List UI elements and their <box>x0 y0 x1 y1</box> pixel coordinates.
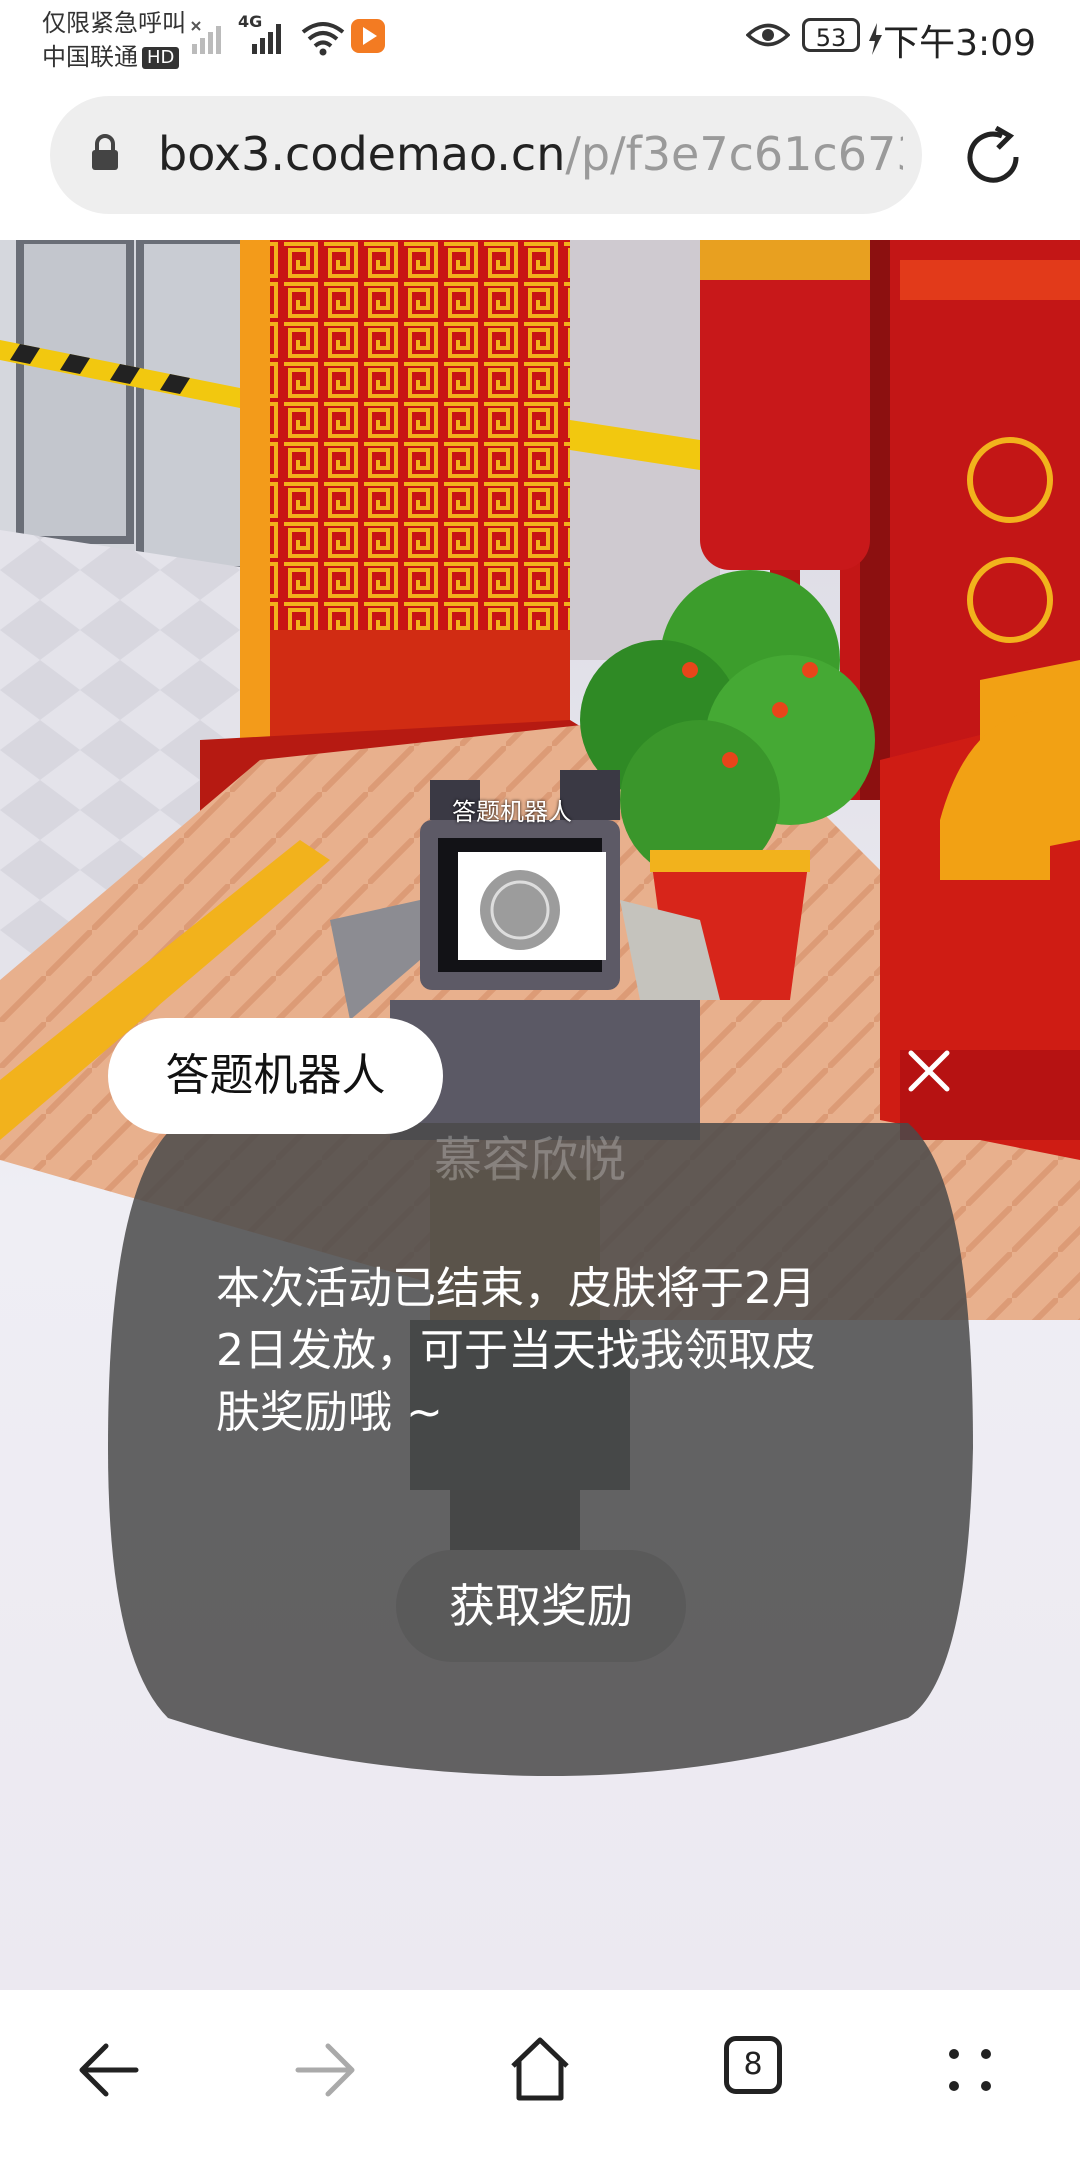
app-notification-icon <box>351 19 385 53</box>
reload-icon[interactable] <box>960 124 1026 190</box>
home-icon[interactable] <box>505 2030 575 2110</box>
claim-reward-button[interactable]: 获取奖励 <box>396 1550 686 1662</box>
more-menu-icon[interactable] <box>940 2030 1000 2110</box>
npc-overhead-name: 答题机器人 <box>452 798 572 826</box>
signal-icon <box>252 24 281 54</box>
close-icon[interactable] <box>906 1048 952 1094</box>
eye-comfort-icon <box>746 23 790 47</box>
wifi-icon <box>301 22 345 56</box>
status-bar: 仅限紧急呼叫 中国联通 HD 4G 53 下午3:09 <box>0 0 1080 90</box>
url-text[interactable]: box3.codemao.cn/p/f3e7c61c673c <box>158 126 903 182</box>
carrier-info: 仅限紧急呼叫 中国联通 HD <box>42 6 186 74</box>
carrier-name: 中国联通 <box>42 43 138 71</box>
browser-bottom-nav: 8 <box>0 1990 1080 2160</box>
url-host: box3.codemao.cn <box>158 127 566 181</box>
speaker-name-tag: 答题机器人 <box>108 1018 443 1134</box>
tab-count: 8 <box>743 2047 763 2082</box>
dialog-message: 本次活动已结束，皮肤将于2月2日发放，可于当天找我领取皮肤奖励哦 ~ <box>216 1263 816 1438</box>
battery-level: 53 <box>802 18 860 52</box>
npc-dialog: 答题机器人 慕容欣悦 本次活动已结束，皮肤将于2月2日发放，可于当天找我领取皮肤… <box>108 1018 973 1776</box>
charging-icon <box>869 23 882 55</box>
hd-badge: HD <box>142 47 180 69</box>
url-path: /p/f3e7c61c673c <box>565 127 903 181</box>
forward-arrow-icon[interactable] <box>290 2030 360 2110</box>
address-bar[interactable]: box3.codemao.cn/p/f3e7c61c673c <box>50 96 922 214</box>
clock: 下午3:09 <box>883 23 1036 64</box>
signal-empty-icon <box>191 21 221 54</box>
tabs-counter-button[interactable]: 8 <box>724 2036 782 2094</box>
carrier-emergency-text: 仅限紧急呼叫 <box>42 9 186 37</box>
player-name-ghost: 慕容欣悦 <box>434 1132 627 1188</box>
back-arrow-icon[interactable] <box>74 2030 144 2110</box>
lock-icon <box>92 134 118 170</box>
dialog-background <box>108 1123 973 1776</box>
